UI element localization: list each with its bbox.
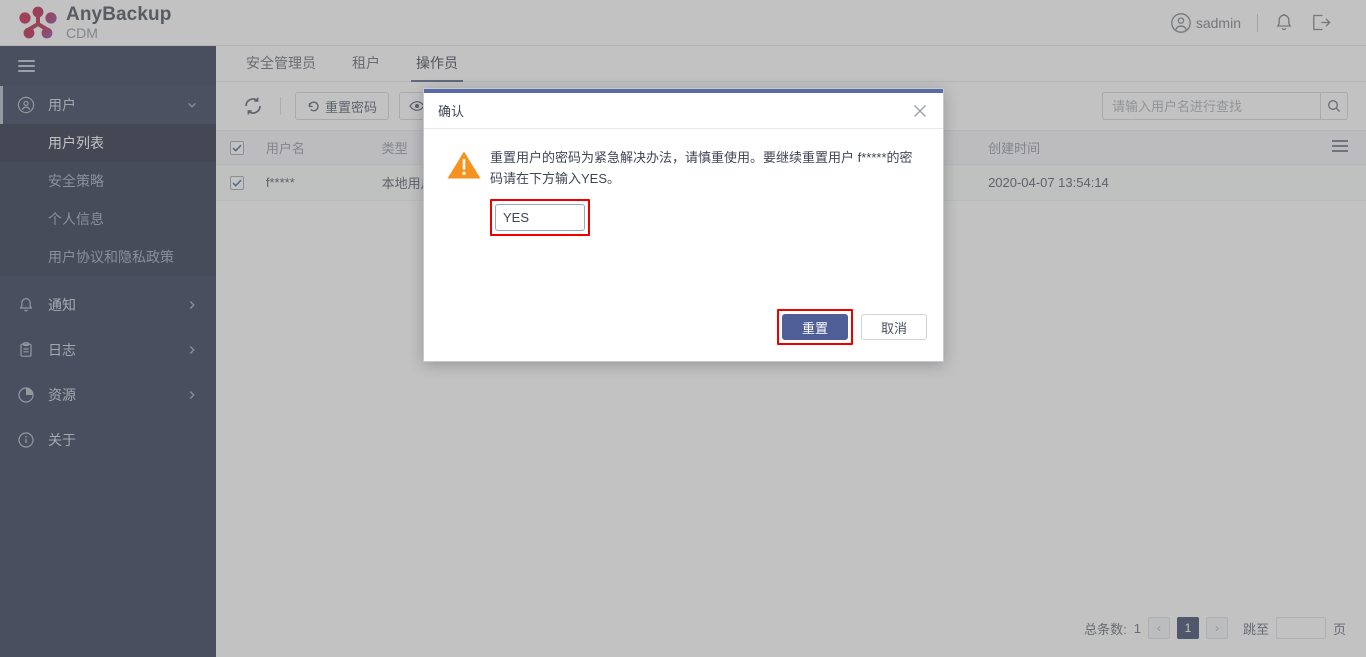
dialog-footer: 重置 取消 bbox=[776, 309, 927, 345]
close-icon[interactable] bbox=[909, 100, 931, 122]
dialog-header: 确认 bbox=[424, 93, 943, 129]
reset-button-highlight: 重置 bbox=[776, 309, 853, 345]
app-root: AnyBackup CDM sadmin 用户 用户列表 安全策略 个人信息 用… bbox=[0, 0, 1366, 657]
dialog-message: 重置用户的密码为紧急解决办法，请慎重使用。要继续重置用户 f*****的密码请在… bbox=[490, 150, 913, 186]
dialog-reset-button[interactable]: 重置 bbox=[781, 314, 848, 340]
confirm-input-highlight bbox=[490, 199, 590, 236]
confirm-text-input[interactable] bbox=[495, 204, 585, 231]
dialog-body: 重置用户的密码为紧急解决办法，请慎重使用。要继续重置用户 f*****的密码请在… bbox=[424, 129, 943, 236]
dialog-message-column: 重置用户的密码为紧急解决办法，请慎重使用。要继续重置用户 f*****的密码请在… bbox=[486, 147, 921, 236]
dialog-title: 确认 bbox=[438, 104, 465, 119]
warning-triangle-icon bbox=[446, 147, 486, 236]
dialog-cancel-button[interactable]: 取消 bbox=[860, 314, 927, 340]
confirm-dialog: 确认 重置用户的密码为紧急解决办法，请慎重使用。要继续重置用户 f*****的密… bbox=[423, 88, 944, 362]
